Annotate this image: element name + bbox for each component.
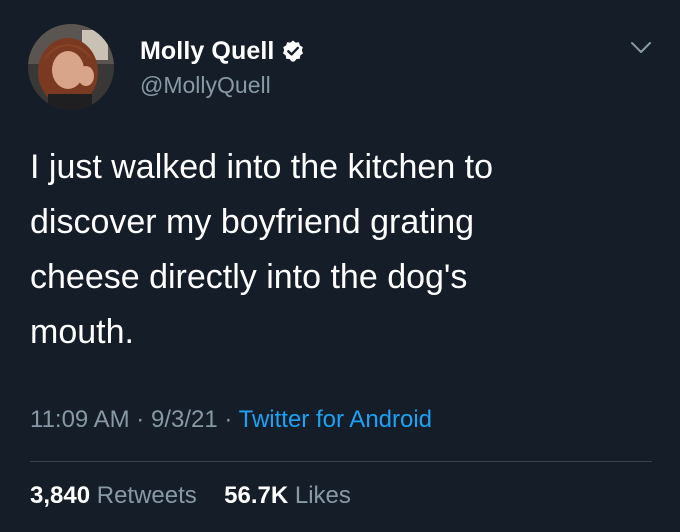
tweet-stats: 3,840 Retweets 56.7K Likes: [30, 482, 351, 510]
author-display-name[interactable]: Molly Quell: [140, 37, 274, 66]
author-avatar[interactable]: [28, 24, 114, 110]
tweet-date[interactable]: 9/3/21: [151, 406, 218, 433]
tweet-text: I just walked into the kitchen to discov…: [30, 140, 640, 360]
meta-separator: ·: [136, 406, 145, 433]
meta-separator: ·: [224, 406, 233, 433]
avatar-photo-icon: [28, 24, 114, 110]
tweet-time[interactable]: 11:09 AM: [30, 406, 130, 433]
tweet-text-line: cheese directly into the dog's: [30, 258, 468, 296]
retweets-count: 3,840: [30, 482, 91, 509]
tweet-card: Molly Quell @MollyQuell I just walked in…: [0, 0, 680, 532]
tweet-source-link[interactable]: Twitter for Android: [239, 406, 432, 433]
author-name-row: Molly Quell: [140, 36, 305, 66]
retweets-label: Retweets: [96, 482, 197, 509]
tweet-text-line: discover my boyfriend grating: [30, 203, 475, 241]
retweets-stat[interactable]: 3,840 Retweets: [30, 482, 203, 509]
tweet-text-line: mouth.: [30, 313, 134, 351]
divider: [30, 461, 652, 462]
author-handle[interactable]: @MollyQuell: [140, 72, 271, 99]
verified-badge-icon: [281, 39, 305, 63]
chevron-down-icon[interactable]: [628, 38, 654, 58]
likes-stat[interactable]: 56.7K Likes: [217, 482, 351, 509]
likes-count: 56.7K: [224, 482, 289, 509]
tweet-meta: 11:09 AM · 9/3/21 · Twitter for Android: [30, 406, 432, 434]
likes-label: Likes: [294, 482, 351, 509]
tweet-text-line: I just walked into the kitchen to: [30, 148, 494, 186]
